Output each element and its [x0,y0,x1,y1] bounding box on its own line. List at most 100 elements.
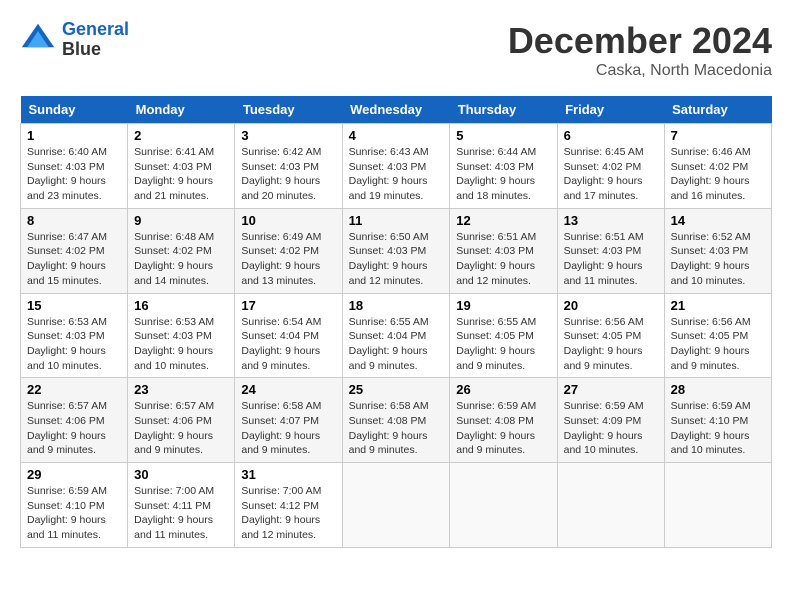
calendar-week-2: 8 Sunrise: 6:47 AMSunset: 4:02 PMDayligh… [21,208,772,293]
day-number: 10 [241,213,335,228]
logo-line1: General [62,19,129,39]
cell-content: Sunrise: 6:42 AMSunset: 4:03 PMDaylight:… [241,145,335,204]
day-number: 24 [241,382,335,397]
calendar-cell: 13 Sunrise: 6:51 AMSunset: 4:03 PMDaylig… [557,208,664,293]
cell-content: Sunrise: 6:54 AMSunset: 4:04 PMDaylight:… [241,315,335,374]
calendar-cell: 27 Sunrise: 6:59 AMSunset: 4:09 PMDaylig… [557,378,664,463]
day-number: 29 [27,467,121,482]
calendar-cell [664,463,771,548]
weekday-header-friday: Friday [557,96,664,124]
day-number: 19 [456,298,550,313]
cell-content: Sunrise: 6:47 AMSunset: 4:02 PMDaylight:… [27,230,121,289]
calendar-cell: 6 Sunrise: 6:45 AMSunset: 4:02 PMDayligh… [557,124,664,209]
calendar-cell: 8 Sunrise: 6:47 AMSunset: 4:02 PMDayligh… [21,208,128,293]
calendar-cell: 2 Sunrise: 6:41 AMSunset: 4:03 PMDayligh… [128,124,235,209]
day-number: 27 [564,382,658,397]
day-number: 16 [134,298,228,313]
logo-text: General Blue [62,20,129,60]
calendar-cell: 26 Sunrise: 6:59 AMSunset: 4:08 PMDaylig… [450,378,557,463]
title-block: December 2024 Caska, North Macedonia [508,20,772,80]
day-number: 26 [456,382,550,397]
calendar-cell: 20 Sunrise: 6:56 AMSunset: 4:05 PMDaylig… [557,293,664,378]
calendar-cell: 24 Sunrise: 6:58 AMSunset: 4:07 PMDaylig… [235,378,342,463]
cell-content: Sunrise: 6:48 AMSunset: 4:02 PMDaylight:… [134,230,228,289]
logo-line2: Blue [62,40,129,60]
calendar-cell: 14 Sunrise: 6:52 AMSunset: 4:03 PMDaylig… [664,208,771,293]
day-number: 18 [349,298,444,313]
cell-content: Sunrise: 6:41 AMSunset: 4:03 PMDaylight:… [134,145,228,204]
weekday-header-tuesday: Tuesday [235,96,342,124]
calendar-cell: 31 Sunrise: 7:00 AMSunset: 4:12 PMDaylig… [235,463,342,548]
calendar-week-3: 15 Sunrise: 6:53 AMSunset: 4:03 PMDaylig… [21,293,772,378]
cell-content: Sunrise: 6:55 AMSunset: 4:05 PMDaylight:… [456,315,550,374]
calendar-cell: 18 Sunrise: 6:55 AMSunset: 4:04 PMDaylig… [342,293,450,378]
cell-content: Sunrise: 6:51 AMSunset: 4:03 PMDaylight:… [456,230,550,289]
calendar-cell: 17 Sunrise: 6:54 AMSunset: 4:04 PMDaylig… [235,293,342,378]
weekday-header-saturday: Saturday [664,96,771,124]
calendar-cell: 22 Sunrise: 6:57 AMSunset: 4:06 PMDaylig… [21,378,128,463]
day-number: 11 [349,213,444,228]
cell-content: Sunrise: 6:58 AMSunset: 4:08 PMDaylight:… [349,399,444,458]
cell-content: Sunrise: 6:57 AMSunset: 4:06 PMDaylight:… [134,399,228,458]
cell-content: Sunrise: 6:51 AMSunset: 4:03 PMDaylight:… [564,230,658,289]
calendar-cell: 23 Sunrise: 6:57 AMSunset: 4:06 PMDaylig… [128,378,235,463]
day-number: 8 [27,213,121,228]
calendar-cell [450,463,557,548]
day-number: 4 [349,128,444,143]
cell-content: Sunrise: 6:58 AMSunset: 4:07 PMDaylight:… [241,399,335,458]
calendar-cell: 9 Sunrise: 6:48 AMSunset: 4:02 PMDayligh… [128,208,235,293]
calendar-cell: 11 Sunrise: 6:50 AMSunset: 4:03 PMDaylig… [342,208,450,293]
cell-content: Sunrise: 6:59 AMSunset: 4:10 PMDaylight:… [27,484,121,543]
day-number: 23 [134,382,228,397]
calendar-cell: 16 Sunrise: 6:53 AMSunset: 4:03 PMDaylig… [128,293,235,378]
calendar-cell: 25 Sunrise: 6:58 AMSunset: 4:08 PMDaylig… [342,378,450,463]
day-number: 9 [134,213,228,228]
calendar-cell: 5 Sunrise: 6:44 AMSunset: 4:03 PMDayligh… [450,124,557,209]
calendar-cell: 30 Sunrise: 7:00 AMSunset: 4:11 PMDaylig… [128,463,235,548]
calendar-cell: 21 Sunrise: 6:56 AMSunset: 4:05 PMDaylig… [664,293,771,378]
day-number: 13 [564,213,658,228]
cell-content: Sunrise: 6:45 AMSunset: 4:02 PMDaylight:… [564,145,658,204]
cell-content: Sunrise: 6:52 AMSunset: 4:03 PMDaylight:… [671,230,765,289]
cell-content: Sunrise: 6:57 AMSunset: 4:06 PMDaylight:… [27,399,121,458]
calendar-cell: 12 Sunrise: 6:51 AMSunset: 4:03 PMDaylig… [450,208,557,293]
cell-content: Sunrise: 6:50 AMSunset: 4:03 PMDaylight:… [349,230,444,289]
calendar-week-1: 1 Sunrise: 6:40 AMSunset: 4:03 PMDayligh… [21,124,772,209]
weekday-header-wednesday: Wednesday [342,96,450,124]
cell-content: Sunrise: 6:46 AMSunset: 4:02 PMDaylight:… [671,145,765,204]
cell-content: Sunrise: 6:43 AMSunset: 4:03 PMDaylight:… [349,145,444,204]
day-number: 25 [349,382,444,397]
day-number: 5 [456,128,550,143]
cell-content: Sunrise: 6:44 AMSunset: 4:03 PMDaylight:… [456,145,550,204]
cell-content: Sunrise: 6:56 AMSunset: 4:05 PMDaylight:… [671,315,765,374]
weekday-header-monday: Monday [128,96,235,124]
calendar-cell: 4 Sunrise: 6:43 AMSunset: 4:03 PMDayligh… [342,124,450,209]
weekday-header-sunday: Sunday [21,96,128,124]
day-number: 1 [27,128,121,143]
weekday-header-thursday: Thursday [450,96,557,124]
calendar-cell [342,463,450,548]
calendar-cell: 28 Sunrise: 6:59 AMSunset: 4:10 PMDaylig… [664,378,771,463]
day-number: 28 [671,382,765,397]
cell-content: Sunrise: 6:53 AMSunset: 4:03 PMDaylight:… [27,315,121,374]
logo: General Blue [20,20,129,60]
cell-content: Sunrise: 7:00 AMSunset: 4:11 PMDaylight:… [134,484,228,543]
cell-content: Sunrise: 6:59 AMSunset: 4:09 PMDaylight:… [564,399,658,458]
month-title: December 2024 [508,20,772,62]
calendar-cell: 19 Sunrise: 6:55 AMSunset: 4:05 PMDaylig… [450,293,557,378]
day-number: 3 [241,128,335,143]
calendar-cell: 1 Sunrise: 6:40 AMSunset: 4:03 PMDayligh… [21,124,128,209]
cell-content: Sunrise: 6:49 AMSunset: 4:02 PMDaylight:… [241,230,335,289]
cell-content: Sunrise: 6:56 AMSunset: 4:05 PMDaylight:… [564,315,658,374]
page-header: General Blue December 2024 Caska, North … [20,20,772,80]
cell-content: Sunrise: 6:53 AMSunset: 4:03 PMDaylight:… [134,315,228,374]
calendar-cell: 10 Sunrise: 6:49 AMSunset: 4:02 PMDaylig… [235,208,342,293]
calendar-cell [557,463,664,548]
calendar-cell: 7 Sunrise: 6:46 AMSunset: 4:02 PMDayligh… [664,124,771,209]
day-number: 31 [241,467,335,482]
day-number: 12 [456,213,550,228]
calendar-cell: 3 Sunrise: 6:42 AMSunset: 4:03 PMDayligh… [235,124,342,209]
calendar-cell: 15 Sunrise: 6:53 AMSunset: 4:03 PMDaylig… [21,293,128,378]
day-number: 22 [27,382,121,397]
day-number: 21 [671,298,765,313]
